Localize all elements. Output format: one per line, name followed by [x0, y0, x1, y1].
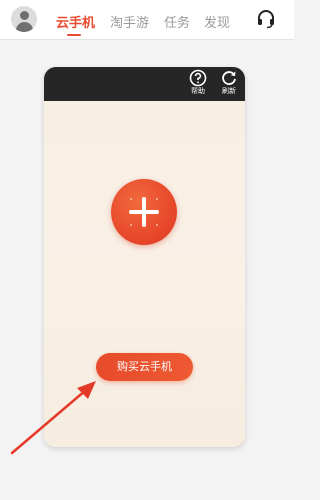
tab-tasks[interactable]: 任务: [164, 12, 190, 31]
user-avatar-icon[interactable]: [11, 6, 37, 32]
tab-cloud-phone[interactable]: 云手机: [56, 12, 95, 31]
cloud-phone-card: 帮助 刷新 购买云手机: [44, 67, 245, 447]
active-tab-indicator: [67, 34, 81, 36]
avatar-body-shape: [16, 22, 33, 32]
help-label: 帮助: [191, 87, 205, 95]
top-bar: 云手机 淘手游 任务 发现: [0, 0, 294, 40]
avatar-head-shape: [20, 11, 29, 20]
help-button[interactable]: 帮助: [187, 69, 209, 96]
help-icon: [189, 69, 207, 87]
headset-icon[interactable]: [256, 9, 276, 29]
card-header-bar: 帮助 刷新: [44, 67, 245, 101]
refresh-icon: [222, 71, 236, 85]
tab-discover[interactable]: 发现: [204, 12, 230, 31]
add-cloud-phone-button[interactable]: [111, 179, 177, 245]
refresh-button[interactable]: 刷新: [218, 69, 240, 96]
buy-cloud-phone-button[interactable]: 购买云手机: [96, 353, 193, 381]
refresh-label: 刷新: [222, 87, 236, 95]
tab-tao-shou-you[interactable]: 淘手游: [110, 12, 149, 31]
plus-icon: [129, 197, 159, 227]
